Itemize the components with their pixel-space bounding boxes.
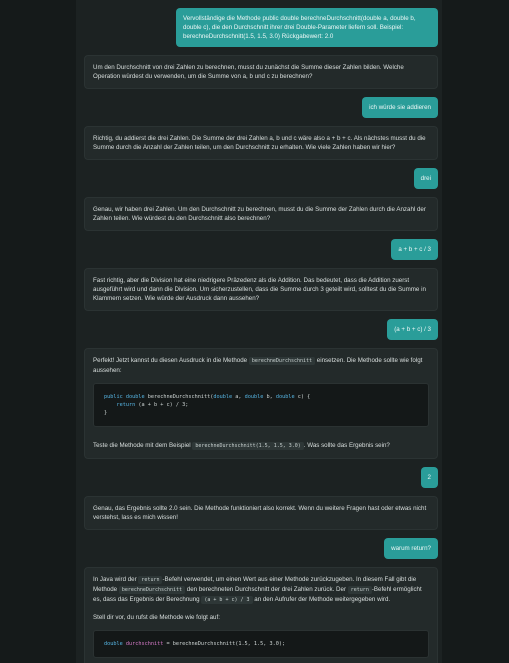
inline-code: return — [347, 586, 372, 594]
assistant-bubble: Perfekt! Jetzt kannst du diesen Ausdruck… — [84, 348, 438, 459]
chat-panel: Vervollständige die Methode public doubl… — [76, 0, 442, 663]
assistant-message: Richtig, du addierst die drei Zahlen. Di… — [76, 126, 442, 160]
variable: durchschnitt — [125, 641, 164, 647]
user-message: (a + b + c) / 3 — [76, 319, 442, 340]
paragraph: Stell dir vor, du rufst die Methode wie … — [93, 614, 220, 621]
user-message: Vervollständige die Methode public doubl… — [76, 8, 442, 47]
assistant-bubble: Richtig, du addierst die drei Zahlen. Di… — [84, 126, 438, 160]
paragraph: Perfekt! Jetzt kannst du diesen Ausdruck… — [93, 356, 429, 375]
app-window: Vervollständige die Methode public doubl… — [0, 0, 509, 663]
user-bubble: 2 — [420, 467, 438, 488]
user-bubble: a + b + c / 3 — [391, 239, 438, 260]
param: a, — [235, 394, 245, 400]
type: double — [244, 394, 264, 400]
type: double — [213, 394, 233, 400]
user-bubble: ich würde sie addieren — [362, 97, 438, 118]
text: an den Aufrufer der Methode weitergegebe… — [254, 596, 391, 603]
text: Perfekt! Jetzt kannst du diesen Ausdruck… — [93, 357, 248, 364]
text: Teste die Methode mit dem Beispiel — [93, 442, 191, 449]
assistant-message: Um den Durchschnitt von drei Zahlen zu b… — [76, 55, 442, 89]
assistant-bubble: In Java wird der return -Befehl verwendet… — [84, 567, 438, 663]
expression: = berechneDurchschnitt(1.5, 1.5, 3.0); — [163, 641, 286, 647]
param: c) { — [297, 394, 311, 400]
inline-code: berechneDurchschnitt — [248, 357, 316, 365]
user-bubble: warum return? — [384, 538, 438, 559]
assistant-bubble: Fast richtig, aber die Division hat eine… — [84, 268, 438, 311]
inline-code: return — [138, 576, 163, 584]
brace: } — [104, 410, 108, 416]
assistant-message: Fast richtig, aber die Division hat eine… — [76, 268, 442, 311]
keyword: return — [116, 402, 136, 408]
param: b, — [266, 394, 276, 400]
assistant-bubble: Genau, das Ergebnis sollte 2.0 sein. Die… — [84, 496, 438, 530]
inline-code: berechneDurchschnitt — [118, 586, 186, 594]
assistant-bubble: Genau, wir haben drei Zahlen. Um den Dur… — [84, 197, 438, 231]
user-bubble: (a + b + c) / 3 — [387, 319, 438, 340]
inline-code: (a + b + c) / 3 — [201, 596, 253, 604]
user-bubble: drei — [413, 168, 438, 189]
paragraph: Teste die Methode mit dem Beispiel berec… — [93, 441, 429, 451]
code-block[interactable]: public double berechneDurchschnitt(doubl… — [93, 383, 429, 427]
text: . Was sollte das Ergebnis sein? — [303, 442, 390, 449]
type: double — [125, 394, 145, 400]
user-message: a + b + c / 3 — [76, 239, 442, 260]
user-message: warum return? — [76, 538, 442, 559]
assistant-message: In Java wird der return -Befehl verwendet… — [76, 567, 442, 663]
user-bubble: Vervollständige die Methode public doubl… — [176, 8, 438, 47]
expression: (a + b + c) / 3; — [138, 402, 189, 408]
user-message: ich würde sie addieren — [76, 97, 442, 118]
assistant-bubble: Um den Durchschnitt von drei Zahlen zu b… — [84, 55, 438, 89]
keyword: public — [104, 394, 123, 400]
assistant-message: Perfekt! Jetzt kannst du diesen Ausdruck… — [76, 348, 442, 459]
user-message: drei — [76, 168, 442, 189]
type: double — [104, 641, 123, 647]
text: In Java wird der — [93, 576, 137, 583]
paragraph: In Java wird der return -Befehl verwendet… — [93, 575, 429, 605]
text: den berechneten Durchschnitt der drei Za… — [186, 586, 347, 593]
user-message: 2 — [76, 467, 442, 488]
message-list[interactable]: Vervollständige die Methode public doubl… — [76, 0, 442, 663]
type: double — [275, 394, 295, 400]
assistant-message: Genau, wir haben drei Zahlen. Um den Dur… — [76, 197, 442, 231]
method-name: berechneDurchschnitt( — [147, 394, 214, 400]
assistant-message: Genau, das Ergebnis sollte 2.0 sein. Die… — [76, 496, 442, 530]
code-block[interactable]: double durchschnitt = berechneDurchschni… — [93, 630, 429, 658]
inline-code: berechneDurchschnitt(1.5, 1.5, 3.0) — [192, 442, 304, 450]
